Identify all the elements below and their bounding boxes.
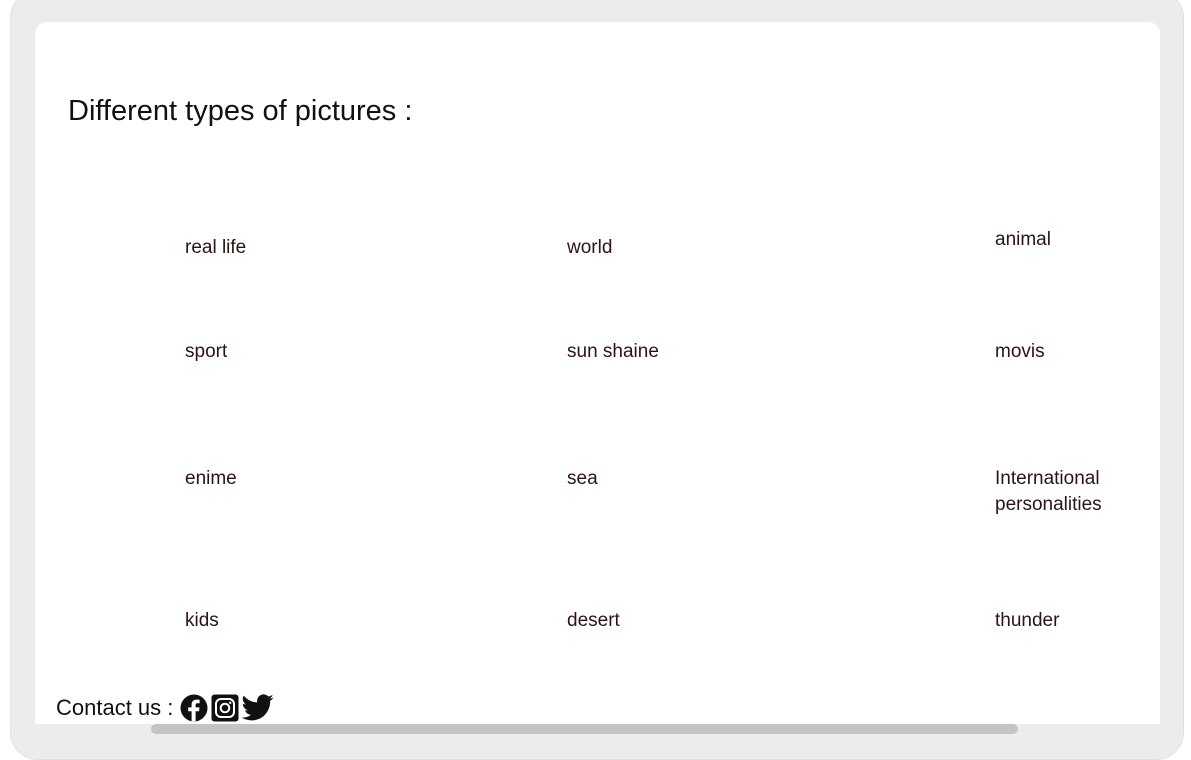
category-sport[interactable]: sport [185, 339, 227, 365]
horizontal-scrollbar-thumb[interactable] [151, 724, 1018, 734]
category-movis[interactable]: movis [995, 339, 1045, 365]
category-enime[interactable]: enime [185, 466, 237, 492]
category-sea[interactable]: sea [567, 466, 598, 492]
category-sun-shaine[interactable]: sun shaine [567, 339, 659, 365]
facebook-icon[interactable] [180, 694, 208, 722]
category-thunder[interactable]: thunder [995, 608, 1059, 634]
contact-section: Contact us : [56, 692, 274, 724]
category-world[interactable]: world [567, 235, 612, 261]
category-desert[interactable]: desert [567, 608, 620, 634]
category-kids[interactable]: kids [185, 608, 219, 634]
category-international-personalities[interactable]: International personalities [995, 466, 1125, 518]
contact-label: Contact us : [56, 695, 174, 720]
twitter-icon[interactable] [241, 694, 274, 722]
category-real-life[interactable]: real life [185, 235, 246, 261]
page-title: Different types of pictures : [68, 95, 413, 127]
instagram-icon[interactable] [211, 694, 239, 722]
content-panel: Different types of pictures : real life … [35, 22, 1160, 724]
category-animal[interactable]: animal [995, 227, 1051, 253]
